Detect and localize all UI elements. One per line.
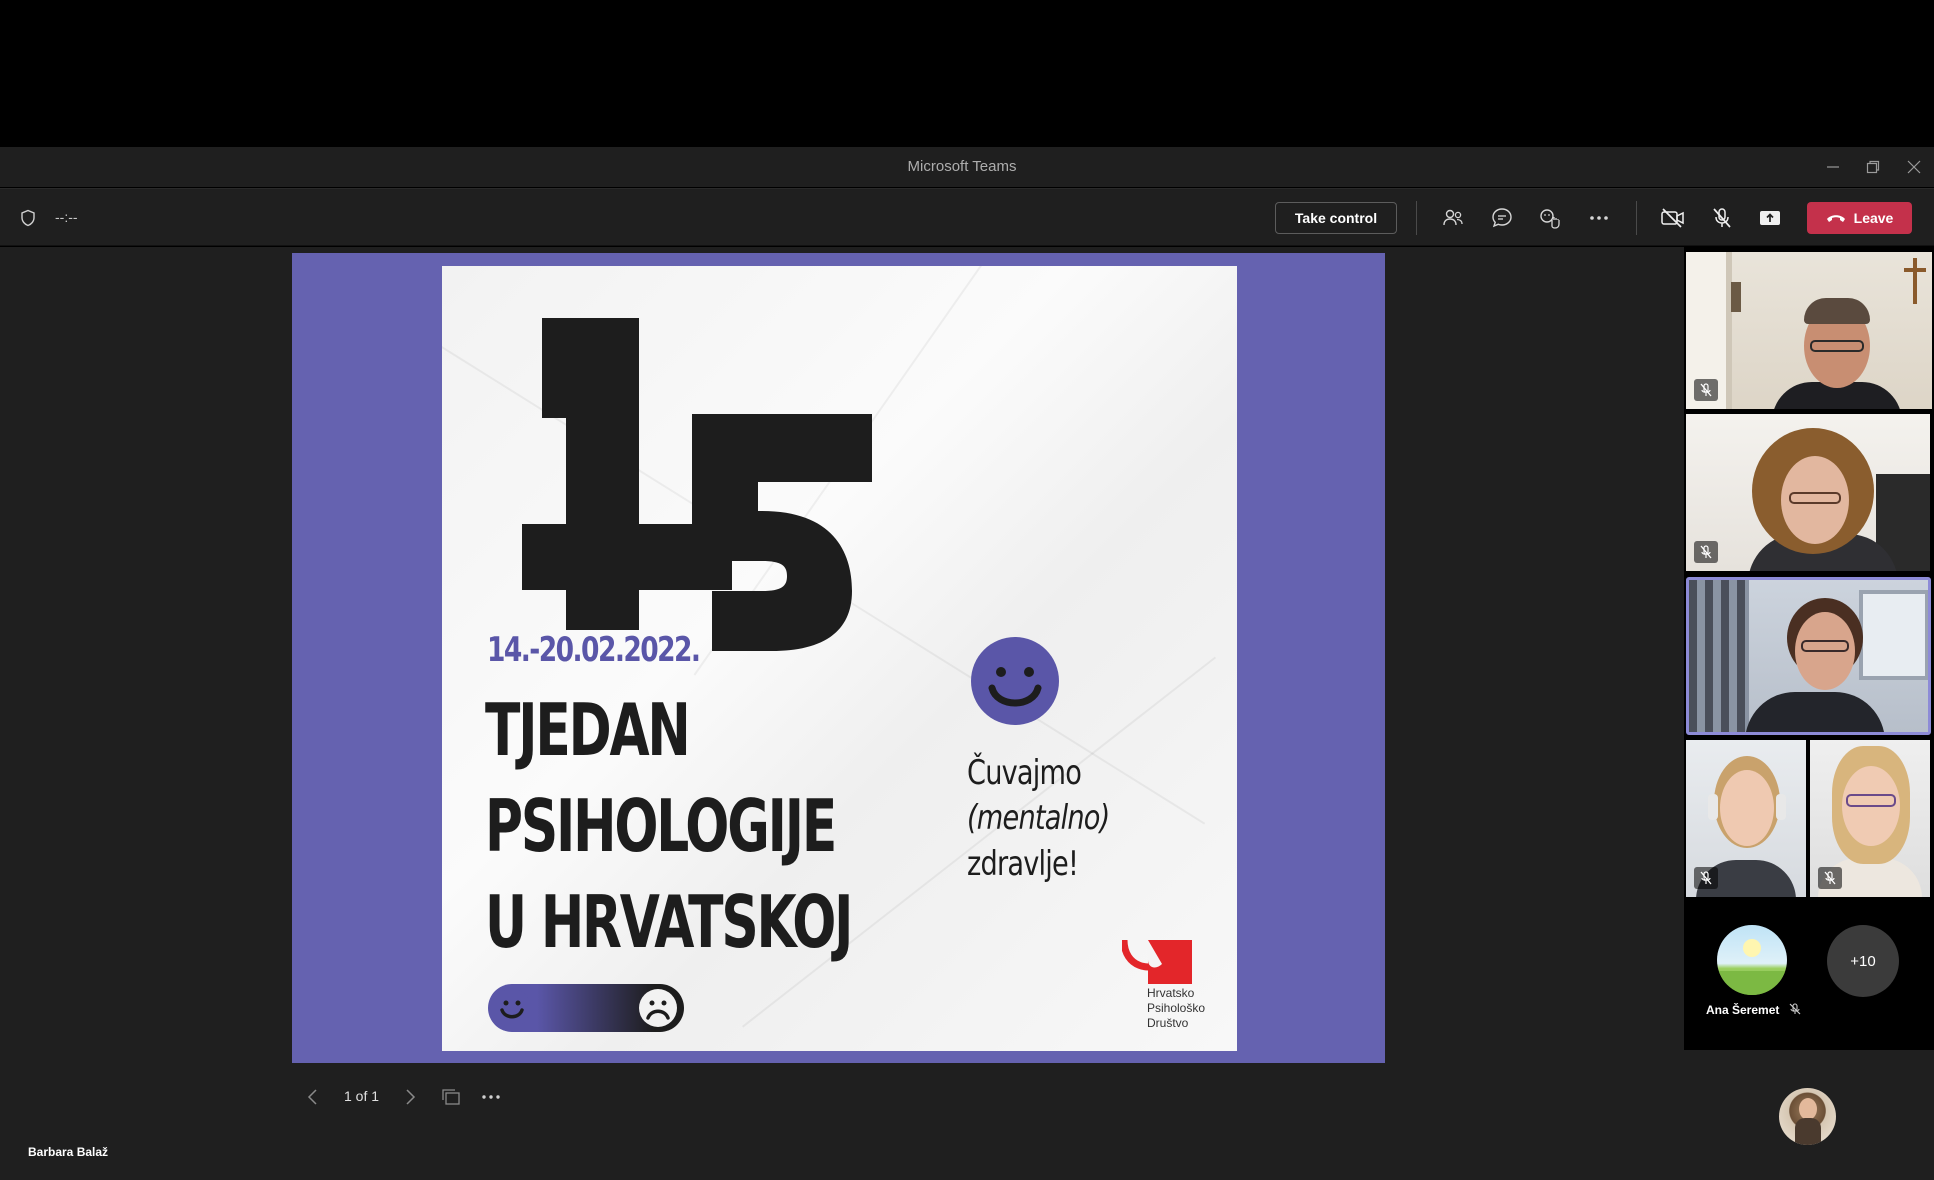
close-icon	[1907, 160, 1921, 174]
slogan-line-3: zdravlje!	[967, 844, 1079, 884]
mic-off-icon	[1713, 208, 1731, 228]
headline-line-1: TJEDAN	[485, 688, 691, 772]
active-speaker-video-tile[interactable]	[1686, 577, 1931, 735]
hpd-logo-icon	[1122, 939, 1192, 984]
hand-reaction-icon	[1540, 209, 1560, 229]
minimize-icon	[1827, 166, 1839, 168]
reactions-button[interactable]	[1535, 203, 1565, 233]
mic-off-icon	[1700, 383, 1712, 397]
slogan-line-2: (mentalno)	[967, 798, 1110, 838]
more-icon	[1590, 216, 1608, 220]
slide-more-button[interactable]	[480, 1088, 502, 1111]
title-bar: Microsoft Teams	[0, 147, 1934, 187]
mic-off-icon	[1700, 545, 1712, 559]
camera-off-icon	[1661, 208, 1684, 228]
toolbar-divider	[1416, 201, 1417, 235]
slide-counter: 1 of 1	[344, 1088, 380, 1104]
participant-video-tile[interactable]	[1686, 740, 1806, 897]
muted-indicator	[1694, 379, 1718, 401]
participant-video-tile[interactable]	[1686, 252, 1932, 409]
leave-button[interactable]: Leave	[1807, 202, 1912, 234]
muted-indicator	[1694, 541, 1718, 563]
more-icon	[482, 1095, 500, 1099]
mic-off-icon	[1789, 1003, 1801, 1015]
slogan-line-1: Čuvajmo	[967, 753, 1082, 793]
share-screen-icon	[1760, 211, 1780, 225]
restore-button[interactable]	[1858, 153, 1888, 181]
mic-off-icon	[1700, 871, 1712, 885]
shield-icon[interactable]	[19, 209, 37, 227]
muted-indicator	[1818, 867, 1842, 889]
mic-off-icon	[1824, 871, 1836, 885]
happy-face-icon	[493, 989, 531, 1027]
event-dates: 14.-20.02.2022.	[487, 630, 701, 670]
slide-overview-button[interactable]	[441, 1088, 461, 1111]
meeting-toolbar: --:-- Take control Leave	[0, 188, 1934, 246]
participant-video-tile[interactable]	[1810, 740, 1930, 897]
muted-indicator	[1694, 867, 1718, 889]
headline-line-2: PSIHOLOGIJE	[485, 784, 837, 868]
restore-icon	[1866, 160, 1880, 174]
participant-avatar[interactable]	[1717, 925, 1787, 995]
chat-button[interactable]	[1487, 203, 1517, 233]
hpd-logo-text: Hrvatsko Psihološko Društvo	[1147, 986, 1206, 1030]
meeting-timer: --:--	[55, 209, 78, 225]
crucifix-icon	[1904, 258, 1926, 304]
slides-grid-icon	[442, 1089, 460, 1105]
smiley-icon	[971, 637, 1059, 725]
chevron-left-icon	[307, 1089, 317, 1105]
self-avatar[interactable]	[1779, 1088, 1836, 1145]
chat-icon	[1492, 208, 1512, 228]
mood-slider-graphic	[488, 984, 684, 1032]
people-icon	[1443, 209, 1463, 226]
presenter-name: Barbara Balaž	[28, 1145, 109, 1159]
close-button[interactable]	[1899, 153, 1929, 181]
next-slide-button[interactable]	[403, 1088, 417, 1111]
phone-hangup-icon	[1826, 215, 1845, 222]
participant-name: Ana Šeremet	[1706, 1003, 1801, 1017]
poster: 14.-20.02.2022. TJEDAN PSIHOLOGIJE U HRV…	[442, 266, 1237, 1051]
leave-label: Leave	[1853, 210, 1894, 226]
headline-line-3: U HRVATSKOJ	[485, 880, 853, 964]
minimize-button[interactable]	[1818, 153, 1848, 181]
more-actions-button[interactable]	[1584, 203, 1614, 233]
share-button[interactable]	[1755, 203, 1785, 233]
chevron-right-icon	[406, 1089, 416, 1105]
mic-toggle-button[interactable]	[1707, 203, 1737, 233]
participant-video-tile[interactable]	[1686, 414, 1930, 571]
participants-button[interactable]	[1438, 203, 1468, 233]
window-title: Microsoft Teams	[907, 158, 1017, 175]
more-participants-button[interactable]: +10	[1827, 925, 1899, 997]
previous-slide-button[interactable]	[306, 1088, 320, 1111]
toolbar-divider	[1636, 201, 1637, 235]
teams-window: Microsoft Teams --:-- Take control Leave…	[0, 0, 1934, 1180]
take-control-button[interactable]: Take control	[1275, 202, 1397, 234]
camera-toggle-button[interactable]	[1658, 203, 1688, 233]
sad-face-icon	[639, 989, 677, 1027]
